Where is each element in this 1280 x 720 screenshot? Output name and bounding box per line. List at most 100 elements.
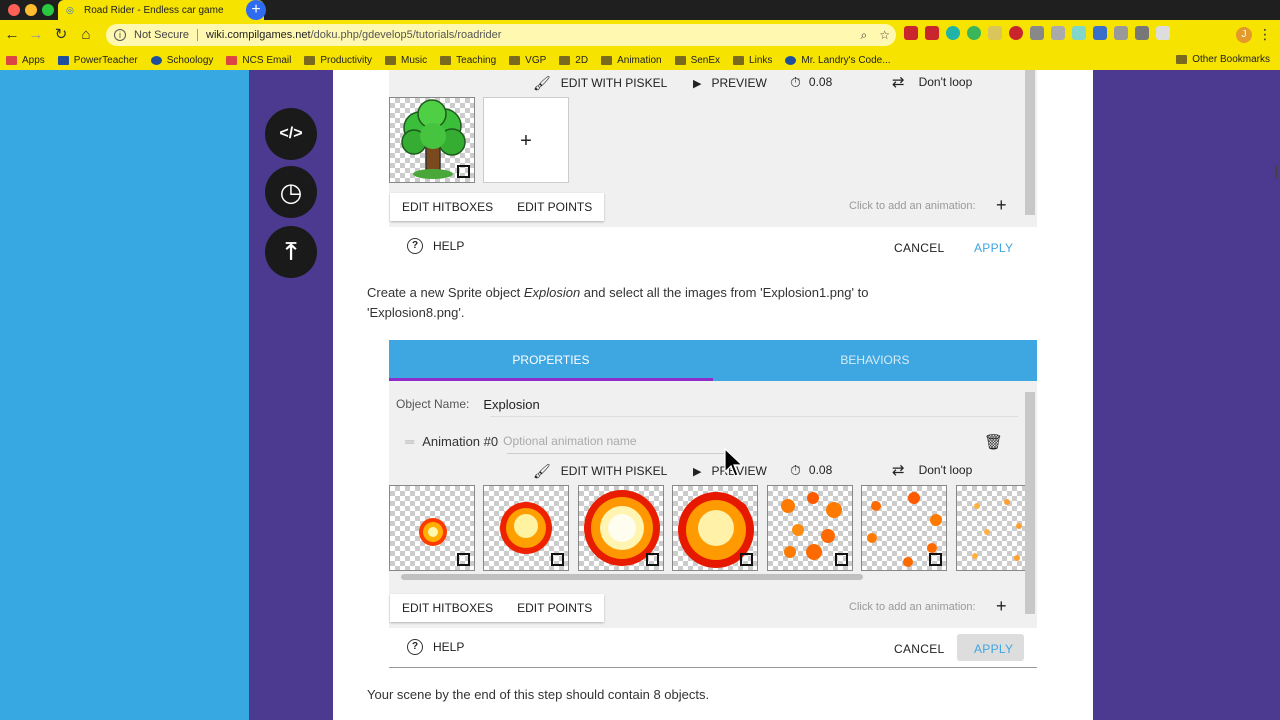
stopwatch-icon: ⏱	[790, 73, 801, 90]
extension-icon[interactable]	[1051, 26, 1065, 40]
sprite-frame-explosion4[interactable]	[672, 485, 758, 571]
sprite-frame-tree[interactable]	[389, 97, 475, 183]
home-icon[interactable]: ⌂	[76, 25, 96, 45]
apply-button[interactable]: APPLY	[974, 241, 1013, 255]
bookmark-teaching[interactable]: Teaching	[440, 55, 496, 66]
back-to-top-button[interactable]: ⤒	[265, 226, 317, 278]
other-bookmarks[interactable]: Other Bookmarks	[1176, 54, 1270, 65]
extension-icon[interactable]	[1135, 26, 1149, 40]
browser-menu-icon[interactable]: ⋮	[1258, 26, 1272, 43]
cancel-button[interactable]: CANCEL	[894, 241, 944, 255]
edit-hitboxes-button[interactable]: EDIT HITBOXES	[390, 193, 505, 221]
animation-name-input[interactable]: Optional animation name	[503, 434, 636, 448]
frame-checkbox[interactable]	[835, 553, 848, 566]
bookmark-powerteacher[interactable]: PowerTeacher	[57, 55, 138, 66]
minimize-window-button[interactable]	[25, 4, 37, 16]
edit-with-piskel-button[interactable]: 🖌 EDIT WITH PISKEL	[533, 75, 667, 91]
bookmark-schoology[interactable]: Schoology	[150, 55, 213, 66]
frame-checkbox[interactable]	[929, 553, 942, 566]
extension-icon[interactable]	[1156, 26, 1170, 40]
browser-tab[interactable]: ◎ Road Rider - Endless car game ✕	[58, 0, 264, 20]
bookmark-music[interactable]: Music	[385, 55, 427, 66]
bookmark-links[interactable]: Links	[733, 55, 772, 66]
reload-icon[interactable]: ↻	[51, 25, 71, 45]
bookmark-mr-landry[interactable]: Mr. Landry's Code...	[785, 55, 891, 66]
sprite-frame-explosion1[interactable]	[389, 485, 475, 571]
help-button[interactable]: ? HELP	[407, 238, 464, 254]
page-background-blue	[0, 70, 249, 720]
scrollbar-thumb[interactable]	[401, 574, 863, 580]
apply-button[interactable]: APPLY	[974, 642, 1013, 656]
cancel-button[interactable]: CANCEL	[894, 642, 944, 656]
add-animation-button[interactable]: +	[996, 596, 1007, 617]
frame-checkbox[interactable]	[646, 553, 659, 566]
url-text[interactable]: wiki.compilgames.net/doku.php/gdevelop5/…	[206, 29, 501, 41]
timer-field[interactable]: ⏱ 0.08	[790, 73, 832, 91]
close-window-button[interactable]	[8, 4, 20, 16]
loop-toggle[interactable]: ⇄ Don't loop	[892, 461, 972, 479]
sprite-frame-explosion7[interactable]	[956, 485, 1025, 571]
sprite-frame-explosion2[interactable]	[483, 485, 569, 571]
frame-checkbox[interactable]	[740, 553, 753, 566]
extension-icon[interactable]	[988, 26, 1002, 40]
info-icon[interactable]: i	[114, 29, 126, 41]
bookmark-productivity[interactable]: Productivity	[304, 55, 372, 66]
panel-scrollbar[interactable]	[1025, 70, 1035, 215]
frame-checkbox[interactable]	[457, 165, 470, 178]
help-button[interactable]: ? HELP	[407, 639, 464, 655]
timer-field[interactable]: ⏱ 0.08	[790, 461, 832, 479]
extension-icon[interactable]	[1030, 26, 1044, 40]
bookmark-animation[interactable]: Animation	[601, 55, 662, 66]
bookmark-vgp[interactable]: VGP	[509, 55, 546, 66]
page-scrollbar[interactable]	[1275, 165, 1278, 179]
bookmark-apps[interactable]: Apps	[6, 55, 45, 66]
brush-icon: 🖌	[533, 74, 551, 91]
extension-icon[interactable]	[1072, 26, 1086, 40]
tab-properties[interactable]: PROPERTIES	[389, 340, 713, 381]
extension-icon[interactable]	[904, 26, 918, 40]
loop-toggle[interactable]: ⇄ Don't loop	[892, 73, 972, 91]
object-name-input[interactable]: Explosion	[483, 397, 539, 412]
edit-points-button[interactable]: EDIT POINTS	[505, 193, 604, 221]
maximize-window-button[interactable]	[42, 4, 54, 16]
extension-icon[interactable]	[967, 26, 981, 40]
extension-icon[interactable]	[1009, 26, 1023, 40]
bookmark-star-icon[interactable]: ☆	[879, 28, 890, 43]
forward-arrow-icon[interactable]: →	[26, 25, 46, 45]
clock-icon: ◷	[279, 177, 303, 207]
preview-button[interactable]: ▶ PREVIEW	[693, 75, 767, 91]
add-frame-button[interactable]: +	[483, 97, 569, 183]
add-animation-button[interactable]: +	[996, 195, 1007, 216]
new-tab-button[interactable]: +	[246, 0, 266, 20]
sprite-frame-explosion6[interactable]	[861, 485, 947, 571]
url-host: wiki.compilgames.net	[206, 29, 311, 41]
panel-scrollbar[interactable]	[1025, 392, 1035, 614]
frame-checkbox[interactable]	[551, 553, 564, 566]
bookmark-2d[interactable]: 2D	[559, 55, 588, 66]
footer-paragraph: Your scene by the end of this step shoul…	[367, 687, 710, 702]
bookmark-senex[interactable]: SenEx	[674, 55, 720, 66]
frame-checkbox[interactable]	[457, 553, 470, 566]
trash-icon[interactable]: 🗑	[984, 433, 1003, 451]
zoom-icon[interactable]: ⌕	[861, 28, 868, 43]
profile-avatar[interactable]: J	[1236, 27, 1252, 43]
extension-icon[interactable]	[1114, 26, 1128, 40]
sprite-frame-explosion3[interactable]	[578, 485, 664, 571]
back-arrow-icon[interactable]: ←	[2, 25, 22, 45]
extension-icon[interactable]	[946, 26, 960, 40]
edit-with-piskel-button[interactable]: 🖌 EDIT WITH PISKEL	[533, 463, 667, 479]
address-bar[interactable]: i Not Secure wiki.compilgames.net/doku.p…	[106, 24, 896, 46]
bookmark-ncs-email[interactable]: NCS Email	[226, 55, 291, 66]
edit-points-button[interactable]: EDIT POINTS	[505, 594, 604, 622]
source-code-button[interactable]: </>	[265, 108, 317, 160]
play-icon: ▶	[693, 465, 702, 478]
extension-icon[interactable]	[1093, 26, 1107, 40]
frames-horizontal-scrollbar[interactable]	[389, 572, 1025, 582]
history-button[interactable]: ◷	[265, 166, 317, 218]
tab-behaviors[interactable]: BEHAVIORS	[713, 340, 1037, 381]
drag-handle-icon[interactable]: ═	[405, 434, 414, 449]
edit-hitboxes-button[interactable]: EDIT HITBOXES	[390, 594, 505, 622]
extension-icon[interactable]	[925, 26, 939, 40]
sprite-frame-explosion5[interactable]	[767, 485, 853, 571]
powerteacher-icon	[57, 55, 69, 65]
